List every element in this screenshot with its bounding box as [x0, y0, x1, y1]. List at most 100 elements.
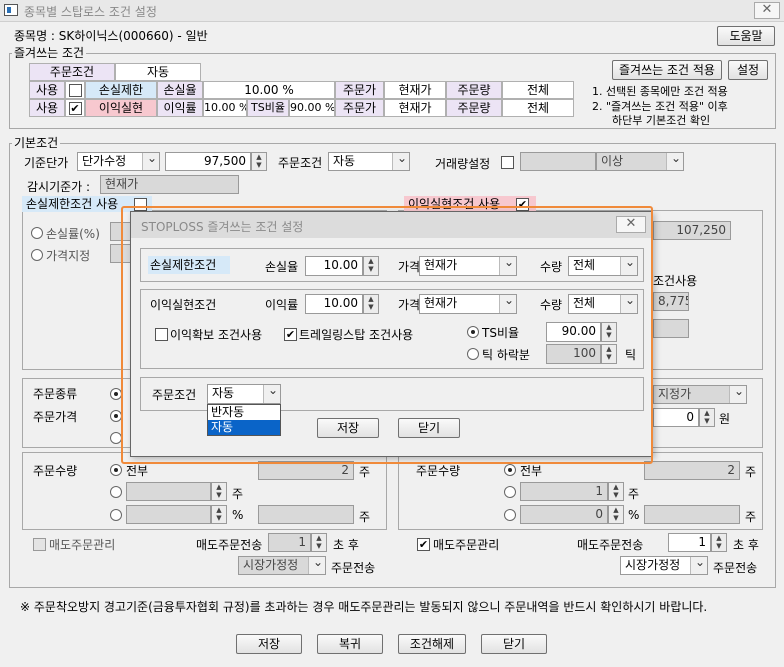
fav-row1-qty-label: 주문량	[446, 81, 502, 99]
fav-row1-checkbox-cell[interactable]	[65, 81, 85, 99]
qty-left-label: 주문수량	[33, 464, 78, 478]
base-price-input[interactable]: 97,500	[165, 152, 251, 171]
basic-group-label: 기본조건	[12, 136, 61, 150]
fav-row2-ts-label: TS비율	[247, 99, 289, 117]
send-label-left: 주문전송	[331, 561, 376, 575]
qty-right-value[interactable]: 2	[644, 461, 740, 480]
qty-pct-spinner-right[interactable]: ▲ ▼	[608, 505, 624, 524]
qty-pct-input-left[interactable]	[126, 505, 211, 524]
favorites-note-3: 하단부 기본조건 확인	[612, 114, 711, 127]
fav-row1-checkbox[interactable]	[68, 84, 82, 97]
qty-count-input-left[interactable]	[126, 482, 211, 501]
right-price-spinner[interactable]: ▲ ▼	[699, 408, 715, 427]
fav-row1-price-value: 현재가	[384, 81, 446, 99]
favorites-note-1: 1. 선택된 종목에만 조건 적용	[592, 85, 728, 98]
fav-row2-rate-value: 10.00 %	[203, 99, 247, 117]
market-select-left[interactable]: 시장가정정	[238, 556, 326, 575]
qty-pct-unit-right: %	[628, 508, 640, 522]
qty-count-unit-left: 주	[232, 487, 244, 501]
qty-pct-unit-right-2: 주	[745, 510, 757, 524]
won-label: 원	[719, 412, 731, 426]
basic-order-cond-select[interactable]: 자동	[328, 152, 410, 171]
qty-pct-radio-right[interactable]	[504, 509, 516, 521]
footer-remove-button[interactable]: 조건해제	[398, 634, 466, 654]
fav-row1-rate-label: 손실율	[157, 81, 203, 99]
order-price-label: 주문가격	[33, 410, 78, 424]
qty-pct-spinner-left[interactable]: ▲ ▼	[211, 505, 227, 524]
fav-row1-qty-value: 전체	[502, 81, 574, 99]
qty-pct-radio-left[interactable]	[110, 509, 122, 521]
favorites-settings-button[interactable]: 설정	[728, 60, 768, 80]
sell-count-spinner-right[interactable]: ▲ ▼	[711, 533, 727, 552]
qty-count-unit-right: 주	[628, 487, 640, 501]
base-price-select[interactable]: 단가수정	[77, 152, 160, 171]
chevron-down-icon	[729, 386, 746, 403]
qty-count-input-right[interactable]: 1	[520, 482, 608, 501]
sell-manage-checkbox-left[interactable]	[33, 538, 46, 551]
fav-row1-use: 사용	[29, 81, 65, 99]
right-value-3	[653, 319, 689, 338]
qty-pct-value-left[interactable]	[258, 505, 354, 524]
qty-left-unit: 주	[359, 465, 371, 479]
sell-count-input-left[interactable]: 1	[268, 533, 311, 552]
footer-restore-button[interactable]: 복귀	[317, 634, 383, 654]
loss-rate-radio[interactable]	[31, 227, 43, 239]
stock-name: 종목명 : SK하이닉스(000660) - 일반	[14, 29, 208, 43]
close-window-button[interactable]: ✕	[754, 2, 780, 19]
fav-order-cond-header: 주문조건	[29, 63, 115, 81]
basic-order-cond-label: 주문조건	[278, 156, 323, 170]
footer-save-button[interactable]: 저장	[236, 634, 302, 654]
qty-pct-unit-left-2: 주	[359, 510, 371, 524]
sell-manage-label-right: 매도주문관리	[433, 538, 500, 552]
volume-label: 거래량설정	[435, 157, 491, 171]
window-title: 종목별 스탑로스 조건 설정	[24, 5, 157, 19]
volume-select[interactable]: 이상	[596, 152, 684, 171]
qty-all-radio-left[interactable]	[110, 464, 122, 476]
qty-count-radio-right[interactable]	[504, 486, 516, 498]
market-select-right[interactable]: 시장가정정	[620, 556, 708, 575]
qty-count-spinner-left[interactable]: ▲ ▼	[211, 482, 227, 501]
help-button[interactable]: 도움말	[717, 26, 775, 46]
chevron-down-icon	[392, 153, 409, 170]
fav-row2-checkbox-cell[interactable]: ✔	[65, 99, 85, 117]
volume-checkbox[interactable]	[501, 156, 514, 169]
right-price-input[interactable]: 0	[653, 408, 699, 427]
fav-row2-rate-label: 이익률	[157, 99, 203, 117]
qty-pct-value-right[interactable]	[644, 505, 740, 524]
favorites-group-label: 즐겨쓰는 조건	[12, 46, 87, 60]
qty-pct-unit-left: %	[232, 508, 244, 522]
sell-count-label-right: 매도주문전송	[577, 538, 644, 552]
footer-close-button[interactable]: 닫기	[481, 634, 547, 654]
chevron-down-icon	[690, 557, 707, 574]
fav-row1-price-label: 주문가	[335, 81, 384, 99]
qty-pct-input-right[interactable]: 0	[520, 505, 608, 524]
qty-right-unit: 주	[745, 465, 757, 479]
chevron-down-icon	[308, 557, 325, 574]
fav-row2-checkbox[interactable]: ✔	[68, 102, 82, 115]
sell-manage-checkbox-right[interactable]: ✔	[417, 538, 430, 551]
right-cond-use-label: 조건사용	[653, 274, 698, 288]
apply-favorites-button[interactable]: 즐겨쓰는 조건 적용	[612, 60, 722, 80]
right-price-type-select[interactable]: 지정가	[653, 385, 747, 404]
title-bar: 종목별 스탑로스 조건 설정 ✕	[0, 0, 784, 22]
qty-right-label: 주문수량	[416, 464, 461, 478]
chevron-down-icon	[666, 153, 683, 170]
sell-manage-label-left: 매도주문관리	[49, 538, 116, 552]
fav-row2-use: 사용	[29, 99, 65, 117]
qty-count-spinner-right[interactable]: ▲ ▼	[608, 482, 624, 501]
qty-count-radio-left[interactable]	[110, 486, 122, 498]
sell-count-input-right[interactable]: 1	[668, 533, 711, 552]
right-value-2: 8,775	[653, 292, 689, 311]
monitor-price-label: 감시기준가 :	[27, 180, 91, 194]
chevron-down-icon	[142, 153, 159, 170]
qty-all-label-left: 전부	[126, 464, 149, 478]
sell-count-spinner-left[interactable]: ▲ ▼	[311, 533, 327, 552]
footer-notice: ※ 주문착오방지 경고기준(금융투자협회 규정)를 초과하는 경우 매도주문관리…	[20, 600, 708, 614]
price-set-radio-label: 가격지정	[46, 249, 91, 263]
price-set-radio[interactable]	[31, 249, 43, 261]
base-price-spinner[interactable]: ▲ ▼	[251, 152, 267, 171]
qty-all-radio-right[interactable]	[504, 464, 516, 476]
fav-row2-qty-label: 주문량	[446, 99, 502, 117]
volume-input[interactable]	[520, 152, 596, 171]
monitor-price-value: 현재가	[100, 175, 239, 194]
